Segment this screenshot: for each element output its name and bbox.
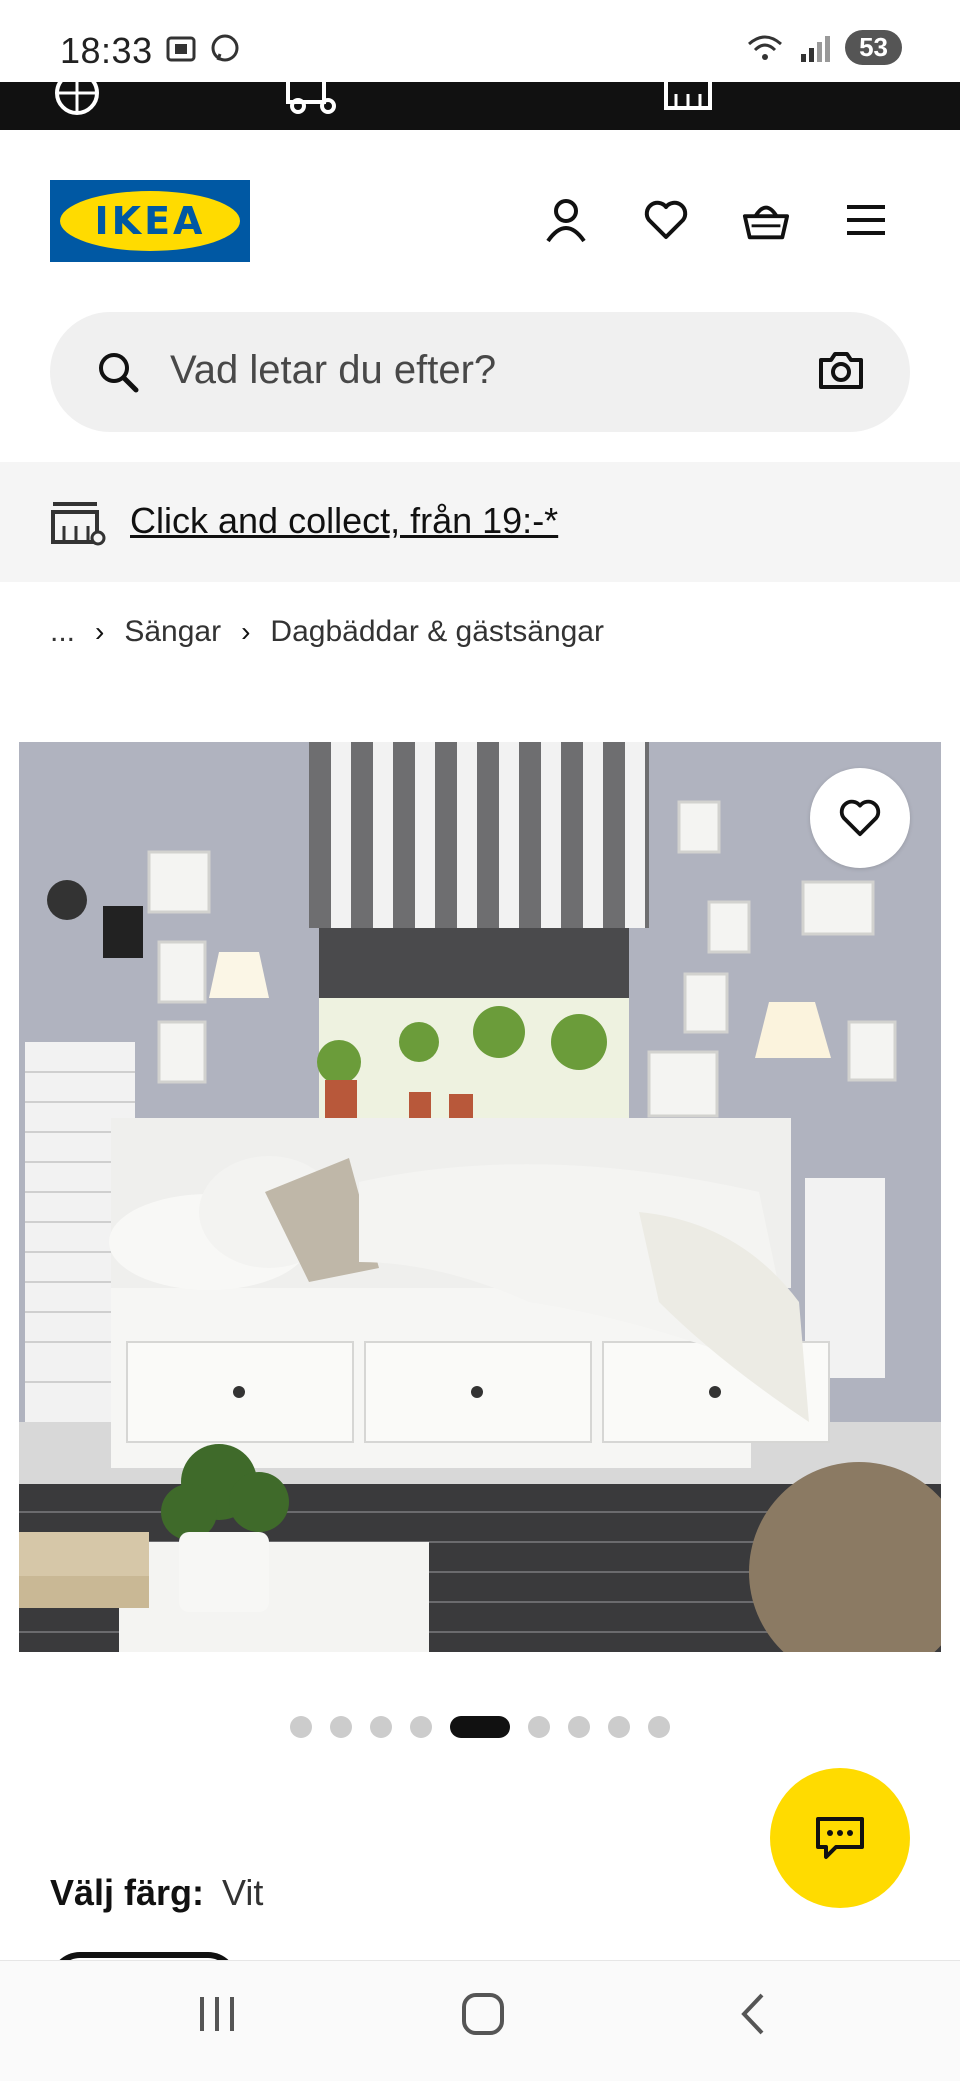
carousel-dot[interactable]: [370, 1716, 392, 1738]
basket-icon: [742, 205, 790, 240]
signal-icon: [801, 35, 831, 62]
status-notification-icons: [164, 32, 242, 66]
breadcrumb-item-daybeds[interactable]: Dagbäddar & gästsängar: [270, 615, 604, 649]
click-collect-link[interactable]: Click and collect, från 19:-*: [130, 500, 558, 542]
carousel-dot[interactable]: [528, 1716, 550, 1738]
carousel-dot[interactable]: [330, 1716, 352, 1738]
logo-oval: IKEA: [60, 191, 240, 251]
system-navigation-bar: [0, 1960, 960, 2081]
back-icon[interactable]: [732, 1991, 778, 2037]
breadcrumb: ... › Sängar › Dagbäddar & gästsängar: [50, 615, 604, 649]
carousel-dot[interactable]: [608, 1716, 630, 1738]
globe-icon: [55, 82, 99, 115]
store-icon: [51, 502, 106, 546]
hamburger-menu-icon: [847, 205, 885, 235]
account-button[interactable]: [542, 196, 590, 244]
chat-button[interactable]: [770, 1768, 910, 1908]
cart-button[interactable]: [742, 196, 790, 244]
status-time: 18:33: [60, 30, 153, 71]
breadcrumb-ellipsis[interactable]: ...: [50, 615, 75, 649]
click-collect-banner[interactable]: Click and collect, från 19:-*: [0, 462, 960, 582]
wishlist-button[interactable]: [642, 196, 690, 244]
battery-indicator: 53: [845, 30, 902, 65]
search-icon: [99, 353, 139, 393]
logo-text: IKEA: [94, 199, 206, 243]
site-header: IKEA: [0, 130, 960, 310]
camera-icon[interactable]: [818, 350, 864, 390]
store-front-icon: [664, 82, 712, 110]
home-icon[interactable]: [460, 1991, 506, 2037]
bedroom-scene-illustration: [19, 742, 941, 1652]
breadcrumb-item-beds[interactable]: Sängar: [124, 615, 221, 649]
color-label: Välj färg:: [50, 1872, 205, 1913]
recent-apps-icon[interactable]: [194, 1991, 240, 2037]
heart-icon: [644, 200, 688, 239]
header-actions: [542, 196, 890, 244]
search-bar[interactable]: Vad letar du efter?: [50, 312, 910, 432]
color-selector: Välj färg: Vit: [50, 1872, 263, 1914]
carousel-dot[interactable]: [648, 1716, 670, 1738]
heart-icon: [839, 799, 881, 837]
wifi-icon: [748, 35, 783, 60]
truck-icon: [286, 82, 336, 114]
product-image[interactable]: [19, 742, 941, 1652]
chat-icon: [816, 1817, 864, 1859]
color-value: Vit: [222, 1872, 264, 1913]
search-placeholder[interactable]: Vad letar du efter?: [170, 348, 496, 393]
status-bar: 18:33 53: [0, 0, 960, 82]
image-favorite-button[interactable]: [810, 768, 910, 868]
chevron-right-icon: ›: [241, 616, 251, 647]
carousel-indicator[interactable]: [0, 1716, 960, 1738]
menu-button[interactable]: [842, 196, 890, 244]
viber-icon: [211, 34, 239, 62]
carousel-dot[interactable]: [568, 1716, 590, 1738]
chevron-right-icon: ›: [95, 616, 105, 647]
carousel-dot-active[interactable]: [450, 1716, 510, 1738]
carousel-dot[interactable]: [290, 1716, 312, 1738]
promo-strip[interactable]: [0, 82, 960, 130]
carousel-dot[interactable]: [410, 1716, 432, 1738]
ikea-logo[interactable]: IKEA: [50, 180, 250, 262]
person-icon: [546, 199, 586, 243]
screenshot-icon: [166, 36, 196, 62]
